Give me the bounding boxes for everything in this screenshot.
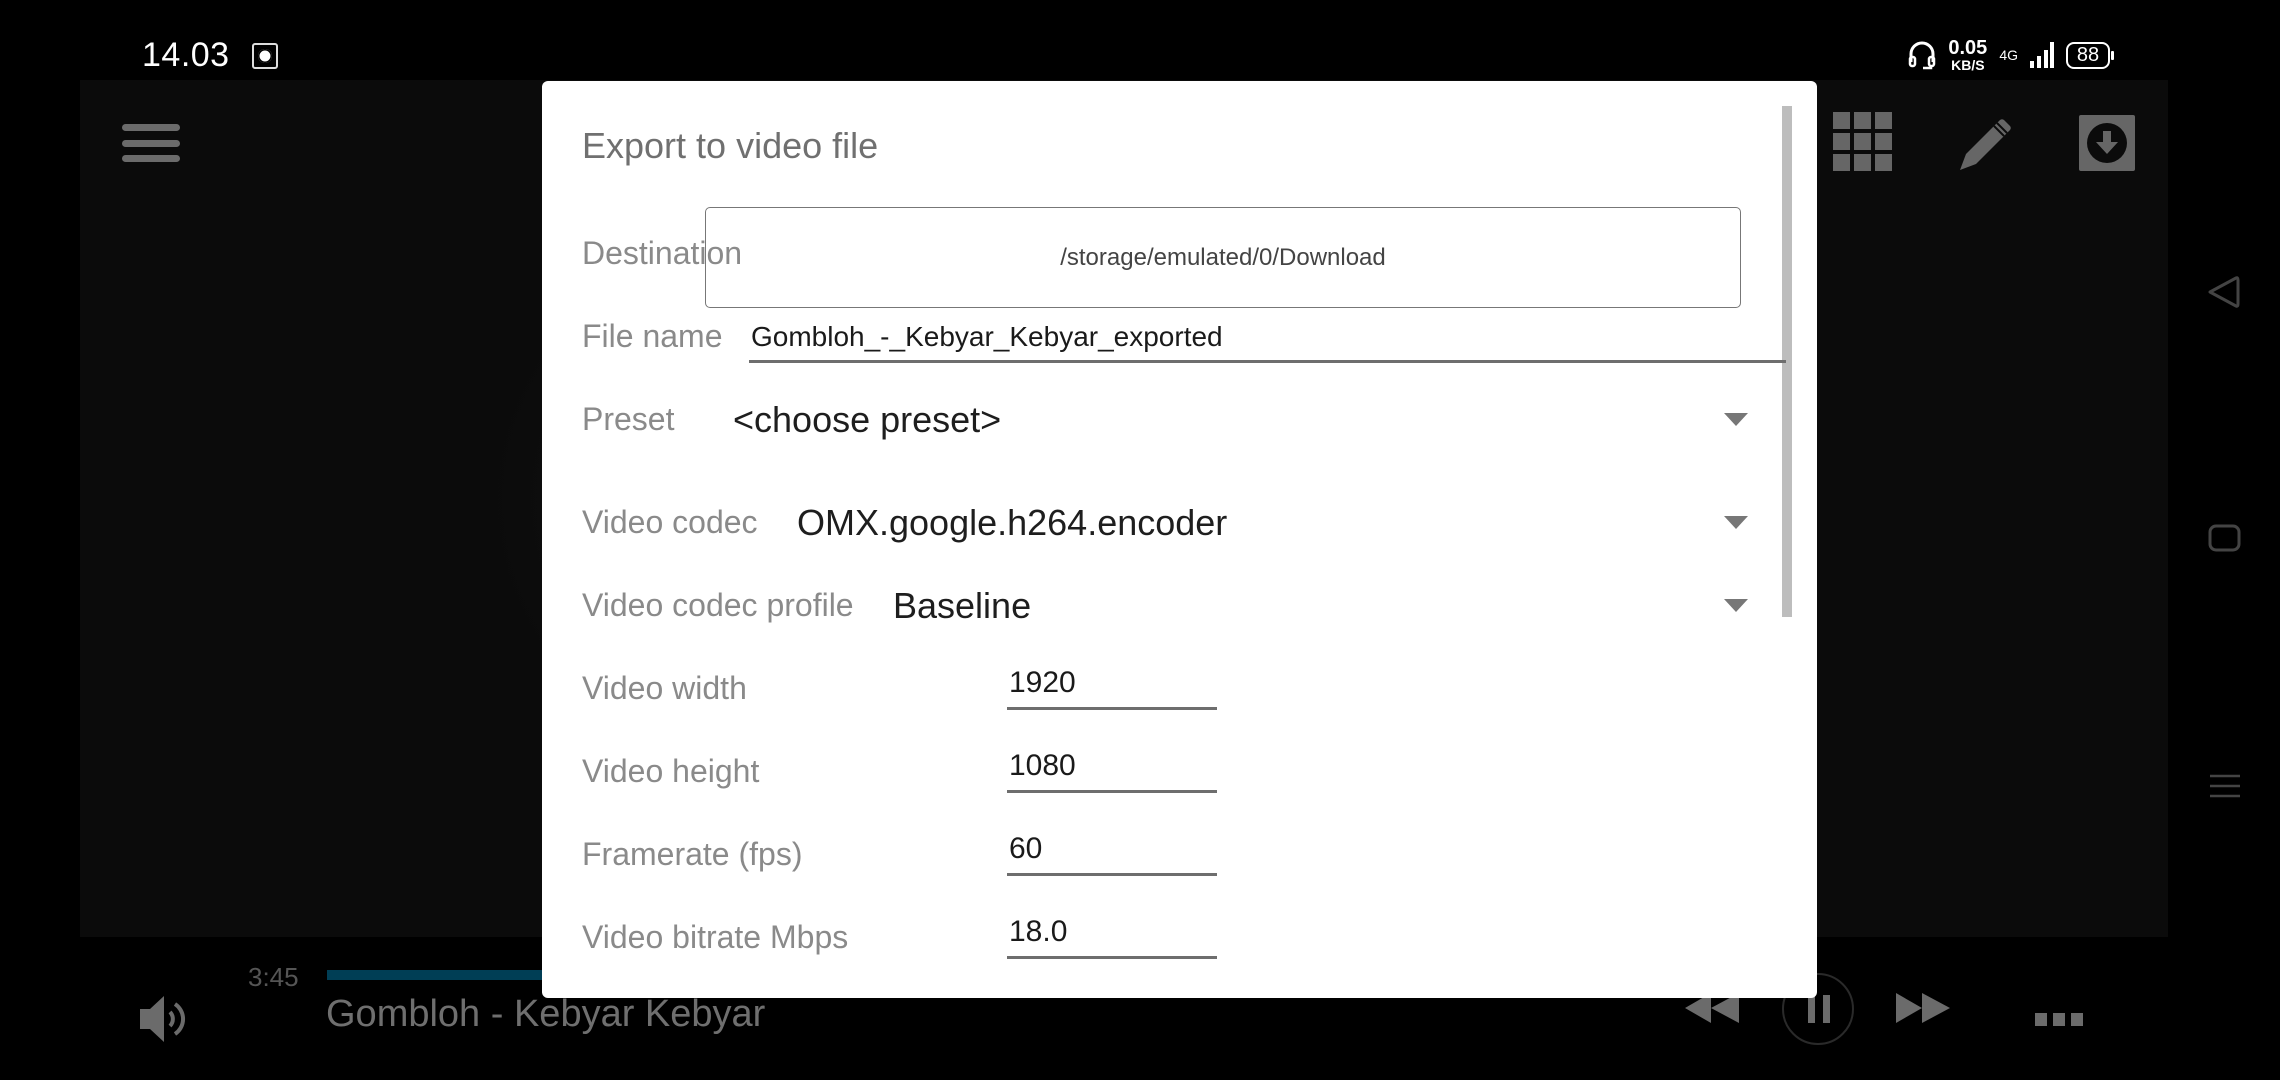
video-codec-label: Video codec (582, 504, 758, 540)
net-speed-value: 0.05 (1948, 37, 1988, 59)
video-width-input[interactable]: 1920 (1007, 666, 1217, 710)
menu-button[interactable] (122, 120, 180, 166)
status-time: 14.03 (142, 36, 230, 74)
menu-icon-bar (122, 139, 180, 147)
preset-select[interactable]: <choose preset> (733, 399, 1001, 441)
back-icon[interactable] (2198, 272, 2250, 312)
framerate-label: Framerate (fps) (582, 836, 803, 872)
more-options-icon[interactable] (2035, 1013, 2083, 1026)
video-codec-profile-label: Video codec profile (582, 587, 854, 623)
video-height-input[interactable]: 1080 (1007, 749, 1217, 793)
file-name-input[interactable]: Gombloh_-_Kebyar_Kebyar_exported (749, 321, 1786, 363)
video-codec-profile-select[interactable]: Baseline (893, 585, 1031, 627)
pencil-icon[interactable] (1956, 114, 2016, 174)
destination-value: /storage/emulated/0/Download (1060, 243, 1386, 271)
grid-icon[interactable] (1833, 112, 1893, 172)
menu-icon-bar (122, 155, 180, 162)
track-title: Gombloh - Kebyar Kebyar (326, 993, 766, 1035)
video-codec-select[interactable]: OMX.google.h264.encoder (797, 502, 1227, 544)
navigation-bar (2168, 0, 2280, 1080)
file-name-label: File name (582, 318, 723, 354)
screen-record-icon (252, 43, 278, 69)
net-speed: 0.05 KB/S (1948, 38, 1987, 72)
preset-dropdown-icon[interactable] (1724, 413, 1748, 426)
status-indicators: 0.05 KB/S 4G 88 (1908, 38, 2114, 72)
recents-icon[interactable] (2198, 768, 2250, 808)
menu-icon-bar (122, 124, 180, 131)
net-speed-unit: KB/S (1951, 57, 1985, 73)
video-codec-dropdown-icon[interactable] (1724, 516, 1748, 529)
video-bitrate-input[interactable]: 18.0 (1007, 915, 1217, 959)
destination-field[interactable]: /storage/emulated/0/Download (705, 207, 1741, 308)
video-width-label: Video width (582, 670, 747, 706)
pause-icon (1808, 995, 1830, 1023)
home-icon[interactable] (2198, 520, 2250, 560)
signal-icon (2030, 42, 2054, 68)
network-type: 4G (1999, 47, 2018, 63)
framerate-input[interactable]: 60 (1007, 832, 1217, 876)
elapsed-time: 3:45 (248, 962, 299, 992)
dialog-title: Export to video file (582, 125, 879, 166)
volume-icon[interactable] (138, 994, 186, 1044)
headphones-icon (1909, 41, 1936, 70)
video-codec-profile-dropdown-icon[interactable] (1724, 599, 1748, 612)
video-bitrate-label: Video bitrate Mbps (582, 919, 849, 955)
fast-forward-icon[interactable] (1896, 993, 1952, 1023)
download-icon[interactable] (2079, 115, 2135, 171)
export-dialog: Export to video file Destination /storag… (542, 81, 1817, 998)
video-height-label: Video height (582, 753, 760, 789)
preset-label: Preset (582, 401, 675, 437)
battery-indicator: 88 (2066, 41, 2114, 69)
